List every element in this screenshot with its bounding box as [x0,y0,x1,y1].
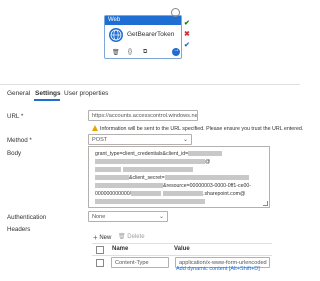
body-line: grant_type=client_credentials&client_id= [95,151,223,157]
authentication-value: None [92,214,106,220]
completion-icon[interactable]: ✔ [184,42,190,50]
chevron-down-icon: ⌄ [182,137,188,143]
body-textarea[interactable]: grant_type=client_credentials&client_id=… [88,146,270,208]
divider [0,84,300,85]
failure-icon[interactable]: ✖ [184,31,190,39]
header-name-input[interactable]: Content-Type [111,257,169,268]
copy-icon[interactable]: ⧉ [143,49,147,56]
divider [92,255,272,256]
tab-settings[interactable]: Settings [35,90,61,97]
warning-icon [92,125,98,131]
column-header-name: Name [112,246,129,252]
delete-activity-icon[interactable]: 🗑 [112,49,120,56]
authentication-select[interactable]: None ⌄ [88,211,168,222]
plus-icon: + [93,233,98,242]
method-value: POST [92,137,108,143]
delete-icon: 🗑 [118,234,126,240]
url-label: URL * [7,113,24,120]
web-globe-icon [109,28,123,42]
activity-card[interactable]: Web GetBearerToken 🗑 {} ⧉ → [104,15,182,59]
method-label: Method * [7,137,32,144]
row-checkbox[interactable] [96,259,104,267]
body-line: @ [95,159,210,165]
tab-user-properties[interactable]: User properties [64,90,108,97]
url-warning-text: Information will be sent to the URL spec… [100,126,304,132]
skip-icon[interactable] [171,8,180,17]
resize-handle[interactable] [263,201,268,206]
activity-name: GetBearerToken [127,31,175,38]
body-line: 000000000000/.sharepoint.com@ [95,191,246,197]
new-header-button[interactable]: + New [93,233,111,242]
parameters-icon[interactable]: {} [128,49,132,55]
body-line [95,167,193,173]
tab-general[interactable]: General [7,90,30,97]
navigate-arrow-icon[interactable]: → [172,47,180,56]
success-icon[interactable]: ✔ [184,20,190,28]
headers-label: Headers [7,226,31,233]
body-line: &client_secret= [95,175,249,181]
column-header-value: Value [174,246,190,252]
activity-type-label: Web [105,16,181,25]
select-all-checkbox[interactable] [96,246,104,254]
body-label: Body [7,150,22,157]
delete-header-button[interactable]: 🗑 Delete [118,233,145,240]
url-warning: Information will be sent to the URL spec… [92,125,303,132]
authentication-label: Authentication [7,214,47,221]
method-select[interactable]: POST ⌄ [88,134,192,145]
add-dynamic-content-link[interactable]: Add dynamic content [Alt+Shift+D] [176,266,260,272]
body-line [95,199,205,205]
body-line: &resource=00000003-0000-0ff1-ce00- [95,183,251,189]
divider [92,243,272,244]
active-tab-indicator [34,99,60,101]
url-input[interactable]: https://accounts.accesscontrol.windows.n… [88,110,198,121]
chevron-down-icon: ⌄ [158,214,164,220]
